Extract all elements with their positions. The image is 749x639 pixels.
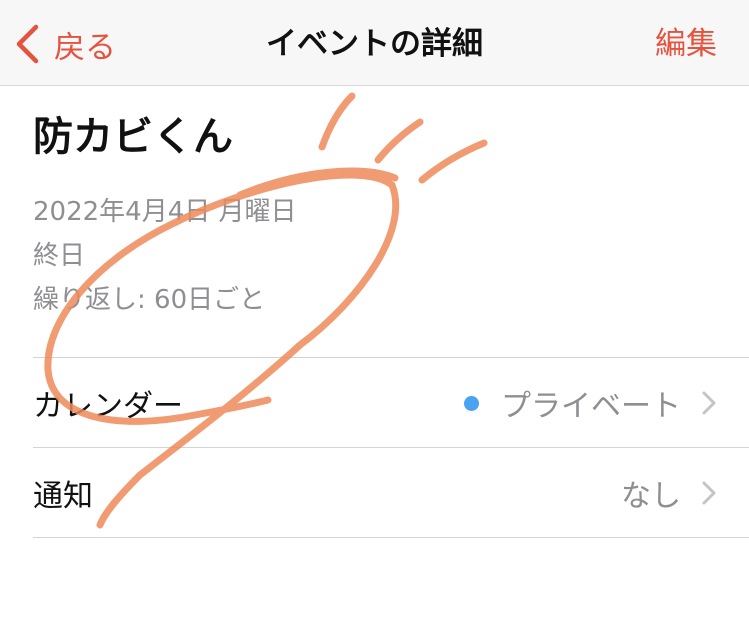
event-meta: 2022年4月4日 月曜日 終日 繰り返し: 60日ごと [33, 190, 297, 322]
alert-value: なし [621, 479, 681, 514]
alert-row[interactable]: 通知 なし [33, 449, 749, 537]
event-title: 防カビくん [33, 114, 233, 160]
event-date: 2022年4月4日 月曜日 [33, 197, 297, 227]
calendar-label: カレンダー [33, 389, 183, 424]
calendar-value: プライベート [501, 389, 681, 424]
divider [33, 447, 749, 448]
alert-label: 通知 [33, 479, 93, 514]
event-repeat: 繰り返し: 60日ごと [33, 285, 266, 315]
navigation-bar: 戻る イベントの詳細 編集 [0, 0, 749, 86]
calendar-row[interactable]: カレンダー プライベート [33, 359, 749, 447]
event-all-day: 終日 [33, 241, 86, 271]
page-title: イベントの詳細 [266, 26, 483, 62]
calendar-color-dot [464, 395, 479, 411]
chevron-right-icon [702, 481, 716, 505]
divider [33, 537, 749, 538]
chevron-right-icon [702, 391, 716, 415]
edit-button[interactable]: 編集 [655, 22, 717, 66]
divider [33, 357, 749, 358]
